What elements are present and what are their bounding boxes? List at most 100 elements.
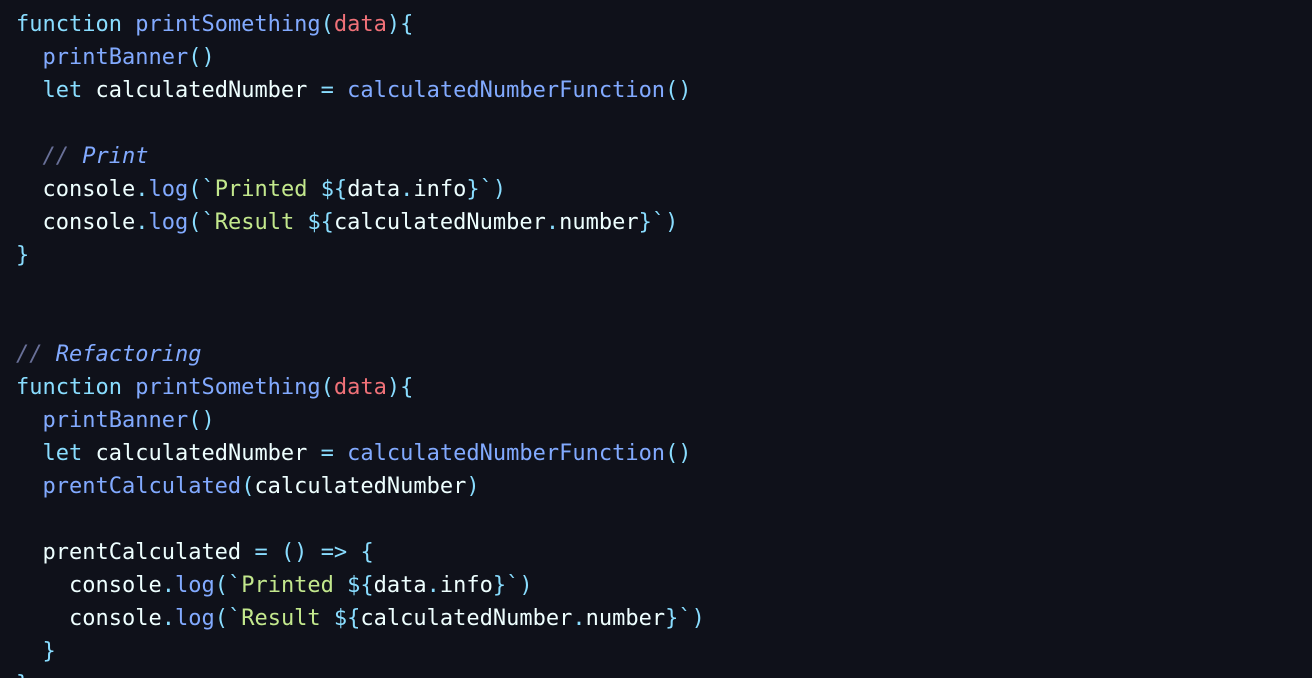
token-int: ${ [334,606,361,631]
token-pn: } [16,243,29,268]
token-bt: ` [228,573,241,598]
token-kw: function [16,375,122,400]
code-line: console.log(`Result ${calculatedNumber.n… [16,606,705,631]
token-pn: } [43,639,56,664]
code-line: // Print [16,144,148,169]
token-bt: ` [652,210,665,235]
token-par: data [334,375,387,400]
token-pn: () [188,45,215,70]
token-pn: ( [215,606,228,631]
token-int: } [493,573,506,598]
token-pn: ){ [387,12,414,37]
token-intv: info [413,177,466,202]
token-str: Result [241,606,334,631]
token-id: calculatedNumber [96,78,308,103]
token-intv: number [586,606,665,631]
token-pn: () [665,441,692,466]
token-int: ${ [347,573,374,598]
token-pn: . [135,210,148,235]
token-kw: function [16,12,122,37]
token-fn: printSomething [135,12,320,37]
token-fn: calculatedNumberFunction [347,78,665,103]
token-cmw: Print [82,144,148,169]
token-bt: ` [201,210,214,235]
token-intv: data [374,573,427,598]
code-line: function printSomething(data){ [16,375,413,400]
token-pn: ( [321,12,334,37]
token-pn: ( [188,210,201,235]
code-line: prentCalculated = () => { [16,540,374,565]
token-pn: . [427,573,440,598]
token-pn: ( [321,375,334,400]
token-id: console [43,177,136,202]
code-line: } [16,672,29,678]
token-intv: calculatedNumber [360,606,572,631]
token-fn: printSomething [135,375,320,400]
token-str: Printed [215,177,321,202]
code-line: } [16,639,56,664]
token-intv: info [440,573,493,598]
token-intv: data [347,177,400,202]
token-int: ${ [307,210,334,235]
token-int: } [466,177,479,202]
token-fn: log [148,210,188,235]
token-pn: => [321,540,348,565]
code-line: printBanner() [16,45,215,70]
token-pn: . [135,177,148,202]
token-pn: . [162,573,175,598]
token-pn: . [162,606,175,631]
code-line: } [16,243,29,268]
code-line: printBanner() [16,408,215,433]
token-pn: ( [241,474,254,499]
code-line: let calculatedNumber = calculatedNumberF… [16,78,692,103]
token-int: } [639,210,652,235]
code-line: prentCalculated(calculatedNumber) [16,474,480,499]
token-pn: ){ [387,375,414,400]
token-pn: ) [519,573,532,598]
token-kw: let [43,78,83,103]
token-pn: ( [215,573,228,598]
token-str: Printed [241,573,347,598]
token-pn: . [546,210,559,235]
token-pn: () [188,408,215,433]
token-intv: number [559,210,638,235]
token-bt: ` [228,606,241,631]
token-fn: calculatedNumberFunction [347,441,665,466]
code-line: function printSomething(data){ [16,12,413,37]
token-pn: { [360,540,373,565]
token-fn: log [175,573,215,598]
token-par: data [334,12,387,37]
code-line: console.log(`Printed ${data.info}`) [16,573,533,598]
token-pn: ) [493,177,506,202]
token-pn: () [281,540,308,565]
token-pn: } [16,672,29,678]
code-line: console.log(`Result ${calculatedNumber.n… [16,210,678,235]
token-pn: = [321,78,334,103]
token-kw: let [43,441,83,466]
token-pn: . [400,177,413,202]
token-id: console [69,573,162,598]
token-pn: = [321,441,334,466]
token-bt: ` [201,177,214,202]
token-pn: . [572,606,585,631]
code-line: console.log(`Printed ${data.info}`) [16,177,506,202]
token-fn: prentCalculated [43,474,242,499]
token-bt: ` [678,606,691,631]
code-block: function printSomething(data){ printBann… [0,0,1312,678]
token-int: ${ [321,177,348,202]
token-pn: ) [692,606,705,631]
token-id: calculatedNumber [96,441,308,466]
token-intv: calculatedNumber [334,210,546,235]
token-id: console [69,606,162,631]
token-bt: ` [480,177,493,202]
token-fn: printBanner [43,408,189,433]
token-cmw: Refactoring [56,342,202,367]
token-cm: // [43,144,83,169]
token-pn: ( [188,177,201,202]
token-cm: // [16,342,56,367]
token-fn: log [175,606,215,631]
token-pn: () [665,78,692,103]
token-id: calculatedNumber [254,474,466,499]
token-id: prentCalculated [43,540,242,565]
token-int: } [665,606,678,631]
